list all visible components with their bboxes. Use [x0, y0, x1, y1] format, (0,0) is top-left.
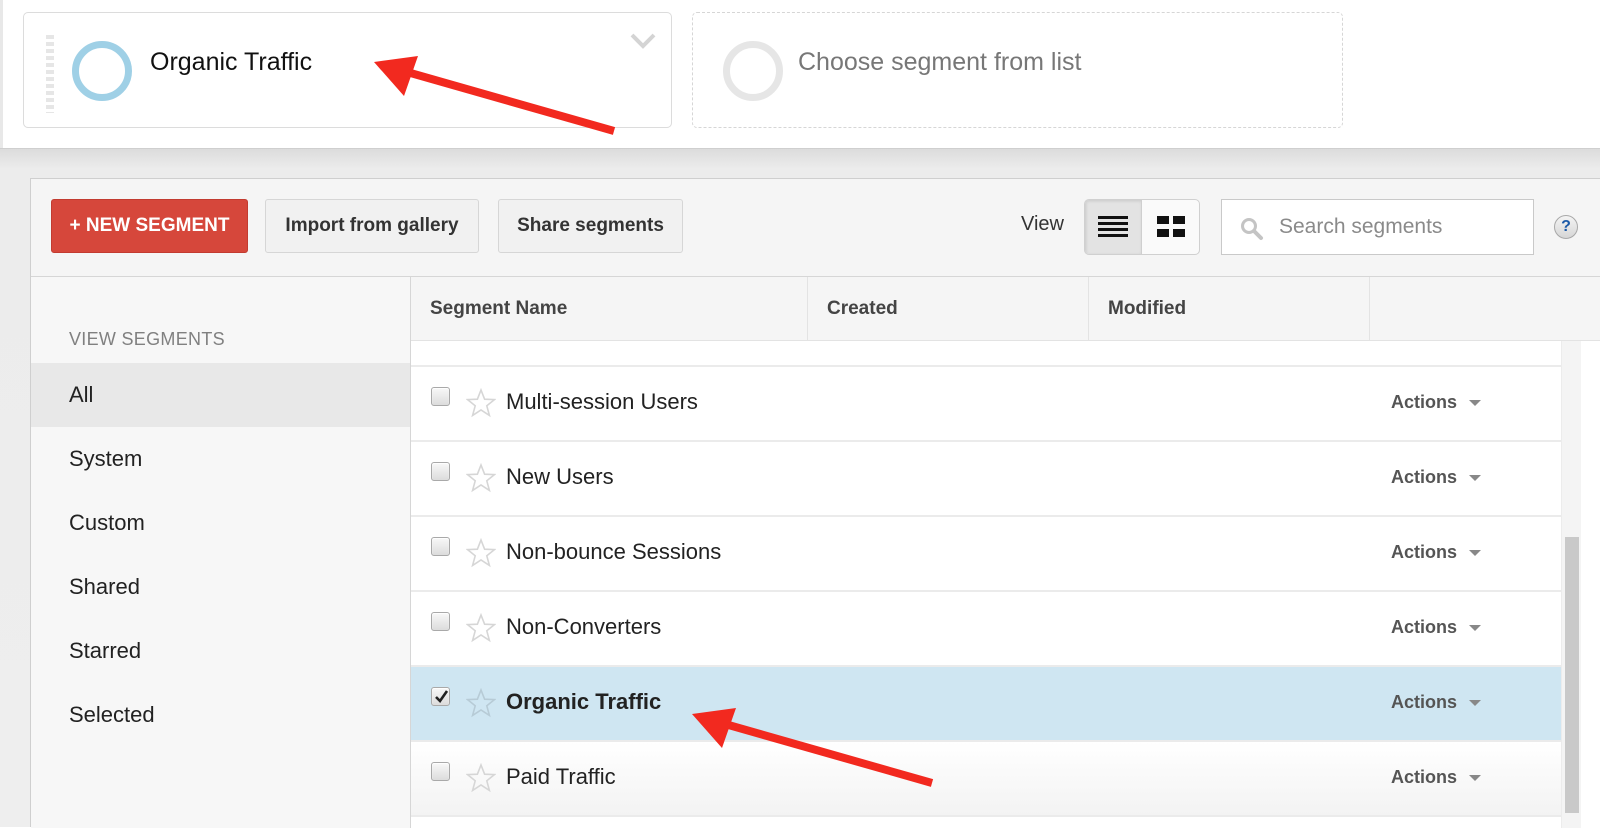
sidebar-item-system[interactable]: System — [31, 427, 410, 491]
share-segments-button[interactable]: Share segments — [498, 199, 683, 253]
table-row-partial — [411, 341, 1561, 367]
scrollbar-thumb[interactable] — [1565, 537, 1579, 813]
actions-dropdown[interactable]: Actions — [1391, 392, 1482, 413]
row-checkbox[interactable] — [431, 462, 450, 481]
actions-label: Actions — [1391, 392, 1458, 412]
segment-name[interactable]: Multi-session Users — [506, 389, 698, 415]
caret-down-icon — [1469, 474, 1482, 481]
scrollbar-track[interactable] — [1561, 341, 1581, 828]
caret-down-icon — [1469, 699, 1482, 706]
segment-picker-bar: Organic Traffic Choose segment from list — [0, 0, 1600, 148]
row-checkbox[interactable] — [431, 762, 450, 781]
new-segment-button[interactable]: + NEW SEGMENT — [51, 199, 248, 253]
checkmark-icon — [435, 690, 449, 704]
column-header-actions — [1370, 277, 1560, 341]
actions-dropdown[interactable]: Actions — [1391, 692, 1482, 713]
row-checkbox[interactable] — [431, 612, 450, 631]
actions-dropdown[interactable]: Actions — [1391, 467, 1482, 488]
segment-name[interactable]: New Users — [506, 464, 614, 490]
caret-down-icon — [1469, 549, 1482, 556]
table-row[interactable]: Non-bounce Sessions Actions — [411, 517, 1561, 592]
actions-label: Actions — [1391, 767, 1458, 787]
segment-ring-icon — [72, 41, 132, 101]
sidebar-item-shared[interactable]: Shared — [31, 555, 410, 619]
sidebar-heading: VIEW SEGMENTS — [69, 329, 225, 349]
row-checkbox[interactable] — [431, 387, 450, 406]
grid-view-icon — [1156, 216, 1185, 237]
column-header-modified[interactable]: Modified — [1089, 277, 1370, 341]
table-row[interactable]: New Users Actions — [411, 442, 1561, 517]
view-toggle — [1084, 199, 1200, 255]
column-header-segment-name[interactable]: Segment Name — [411, 277, 808, 341]
actions-dropdown[interactable]: Actions — [1391, 542, 1482, 563]
actions-label: Actions — [1391, 692, 1458, 712]
table-row[interactable]: Multi-session Users Actions — [411, 367, 1561, 442]
caret-down-icon — [1469, 624, 1482, 631]
actions-label: Actions — [1391, 542, 1458, 562]
segment-name[interactable]: Organic Traffic — [506, 689, 661, 715]
grid-view-button[interactable] — [1142, 200, 1199, 254]
actions-dropdown[interactable]: Actions — [1391, 617, 1482, 638]
actions-label: Actions — [1391, 617, 1458, 637]
drag-handle-icon[interactable] — [46, 35, 54, 113]
table-row[interactable]: Non-Converters Actions — [411, 592, 1561, 667]
sidebar-item-starred[interactable]: Starred — [31, 619, 410, 683]
chevron-down-icon[interactable] — [629, 31, 657, 51]
caret-down-icon — [1469, 774, 1482, 781]
segment-name[interactable]: Non-bounce Sessions — [506, 539, 721, 565]
active-segment-label: Organic Traffic — [150, 48, 313, 76]
active-segment-card[interactable]: Organic Traffic — [23, 12, 672, 128]
segment-toolbar: + NEW SEGMENT Import from gallery Share … — [31, 179, 1600, 277]
table-row[interactable]: Paid Traffic Actions — [411, 742, 1561, 817]
actions-dropdown[interactable]: Actions — [1391, 767, 1482, 788]
search-segments-box — [1221, 199, 1534, 255]
star-icon[interactable] — [466, 688, 496, 718]
segment-name[interactable]: Paid Traffic — [506, 764, 616, 790]
empty-segment-ring-icon — [723, 41, 783, 101]
list-view-icon — [1098, 216, 1128, 237]
column-header-created[interactable]: Created — [808, 277, 1089, 341]
row-checkbox-checked[interactable] — [431, 687, 450, 706]
view-segments-sidebar: VIEW SEGMENTS All System Custom Shared S… — [31, 277, 411, 828]
table-row-selected[interactable]: Organic Traffic Actions — [411, 667, 1561, 742]
import-from-gallery-button[interactable]: Import from gallery — [265, 199, 479, 253]
search-segments-input[interactable] — [1277, 200, 1527, 254]
empty-segment-slot[interactable]: Choose segment from list — [692, 12, 1343, 128]
segment-panel: + NEW SEGMENT Import from gallery Share … — [30, 178, 1600, 828]
list-view-button[interactable] — [1085, 200, 1143, 254]
caret-down-icon — [1469, 399, 1482, 406]
row-checkbox[interactable] — [431, 537, 450, 556]
choose-segment-label: Choose segment from list — [798, 48, 1082, 76]
sidebar-item-selected[interactable]: Selected — [31, 683, 410, 747]
star-icon[interactable] — [466, 613, 496, 643]
table-header: Segment Name Created Modified — [411, 277, 1600, 341]
star-icon[interactable] — [466, 463, 496, 493]
search-icon — [1241, 218, 1263, 240]
star-icon[interactable] — [466, 763, 496, 793]
segment-name[interactable]: Non-Converters — [506, 614, 661, 640]
view-label: View — [1021, 213, 1064, 235]
star-icon[interactable] — [466, 538, 496, 568]
table-body: Multi-session Users Actions New Users Ac… — [411, 341, 1561, 828]
help-icon[interactable]: ? — [1554, 215, 1578, 239]
star-icon[interactable] — [466, 388, 496, 418]
sidebar-item-custom[interactable]: Custom — [31, 491, 410, 555]
segments-table: Segment Name Created Modified Multi-sess… — [411, 277, 1600, 828]
actions-label: Actions — [1391, 467, 1458, 487]
sidebar-item-all[interactable]: All — [31, 363, 410, 427]
